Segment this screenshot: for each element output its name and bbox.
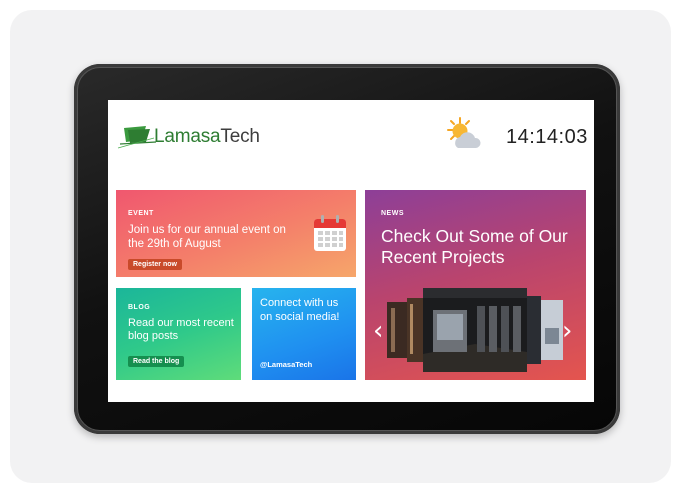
brand-name-part2: Tech bbox=[220, 126, 260, 147]
news-tile[interactable]: NEWS Check Out Some of Our Recent Projec… bbox=[365, 190, 586, 380]
social-handle[interactable]: @LamasaTech bbox=[260, 360, 312, 369]
social-text: Connect with us on social media! bbox=[260, 297, 340, 323]
news-headline: Check Out Some of Our Recent Projects bbox=[381, 226, 568, 267]
signage-screen: LamasaTech 14:14:03 EVENT Join us for ou… bbox=[108, 100, 594, 402]
brand-name-part1: Lamasa bbox=[154, 126, 221, 147]
event-text: Join us for our annual event on the 29th… bbox=[128, 224, 286, 250]
event-tag: EVENT bbox=[128, 210, 154, 217]
chevron-right-icon[interactable]: › bbox=[562, 318, 572, 344]
read-the-blog-button[interactable]: Read the blog bbox=[128, 356, 185, 367]
calendar-icon bbox=[314, 215, 346, 251]
register-now-button[interactable]: Register now bbox=[128, 259, 182, 270]
chevron-left-icon[interactable]: ‹ bbox=[373, 318, 383, 344]
project-image-carousel[interactable] bbox=[377, 288, 575, 372]
brand-name: LamasaTech bbox=[154, 126, 260, 148]
clock: 14:14:03 bbox=[506, 126, 588, 148]
blog-text: Read our most recent blog posts bbox=[128, 317, 234, 342]
social-tile[interactable]: Connect with us on social media! @Lamasa… bbox=[252, 288, 356, 380]
brand-logo: LamasaTech bbox=[116, 122, 260, 152]
news-tag: NEWS bbox=[381, 210, 404, 217]
partly-cloudy-icon bbox=[447, 117, 481, 148]
blog-tile[interactable]: BLOG Read our most recent blog posts Rea… bbox=[116, 288, 241, 380]
flag-logo-icon bbox=[117, 126, 157, 149]
event-tile[interactable]: EVENT Join us for our annual event on th… bbox=[116, 190, 356, 277]
blog-tag: BLOG bbox=[128, 304, 151, 311]
